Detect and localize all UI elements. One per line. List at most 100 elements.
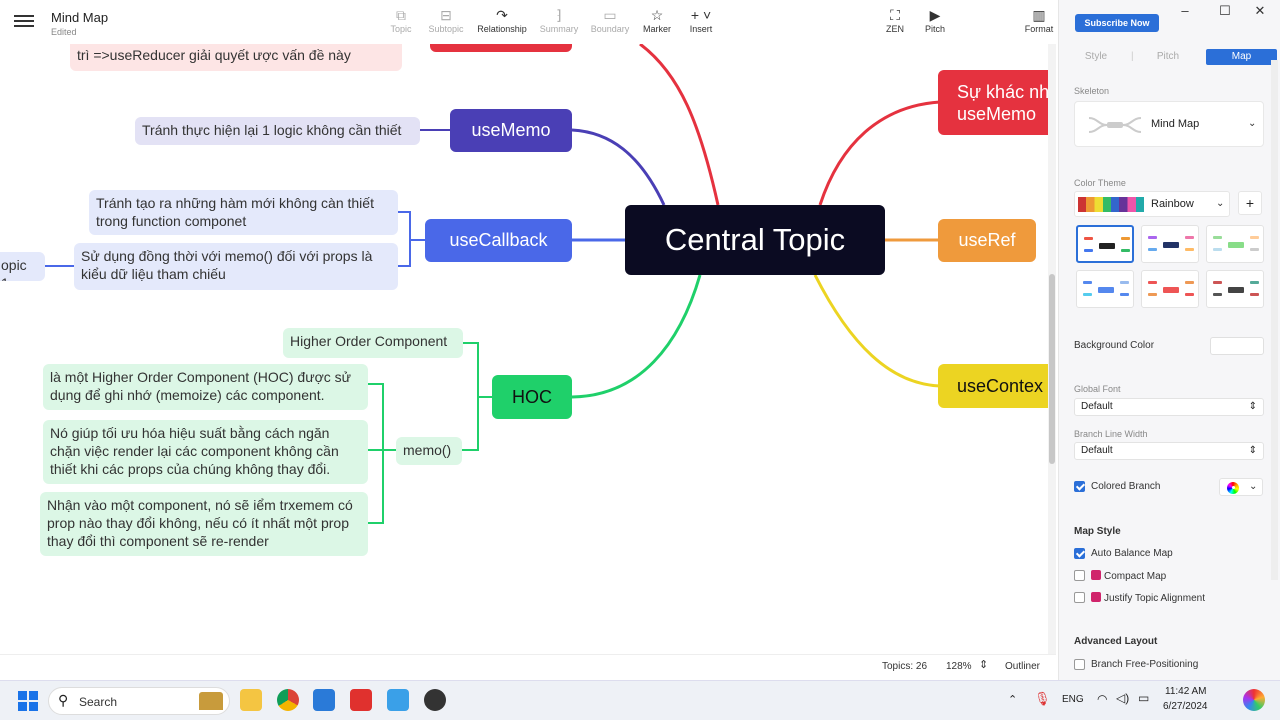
hoc-child-1-text: Higher Order Component: [290, 333, 448, 349]
branch-line-width-label: Branch Line Width: [1074, 429, 1148, 439]
topic-usecallback-child-2[interactable]: Sử dụng đồng thời với memo() đối với pro…: [74, 243, 398, 290]
copilot-icon[interactable]: [1243, 689, 1265, 711]
mind-map-app: Mind Map Edited ⧉ Topic ⊟ Subtopic ↷ Relati…: [0, 0, 1280, 720]
summary-button[interactable]: ⁆ Summary: [531, 6, 587, 34]
mind-map-canvas[interactable]: trì =>useReducer giải quyết ược vấn đề n…: [0, 44, 1048, 654]
windows-start-icon[interactable]: [18, 691, 38, 711]
branch-color-picker[interactable]: ⌄: [1219, 478, 1263, 496]
hamburger-menu-icon[interactable]: [14, 12, 34, 30]
minimize-icon[interactable]: –: [1176, 3, 1194, 18]
obs-icon[interactable]: [424, 689, 446, 711]
branch-free-label: Branch Free-Positioning: [1091, 659, 1199, 670]
zoom-level[interactable]: 128%: [946, 661, 972, 672]
topic-usememo[interactable]: useMemo: [450, 109, 572, 152]
close-icon[interactable]: ✕: [1251, 3, 1269, 19]
clock-date[interactable]: 6/27/2024: [1163, 701, 1208, 712]
auto-balance-checkbox[interactable]: [1074, 548, 1085, 559]
topic-usememo-child[interactable]: Tránh thực hiện lại 1 logic không cần th…: [135, 117, 420, 145]
color-theme-label: Color Theme: [1074, 178, 1126, 188]
panel-scrollbar[interactable]: [1271, 60, 1278, 580]
volume-icon[interactable]: ◁): [1116, 691, 1129, 705]
theme-thumb-1[interactable]: [1076, 225, 1134, 263]
topic-difference[interactable]: Sự khác nh useMemo: [938, 70, 1048, 135]
compact-map-checkbox[interactable]: [1074, 570, 1085, 581]
topics-count: Topics: 26: [882, 661, 928, 672]
subscribe-button[interactable]: Subscribe Now: [1075, 14, 1159, 32]
global-font-select[interactable]: Default ⇕: [1074, 398, 1264, 416]
branch-line-width-select[interactable]: Default ⇕: [1074, 442, 1264, 460]
wifi-icon[interactable]: ◠: [1097, 692, 1107, 706]
far-left-text: opic 1: [1, 257, 27, 281]
tab-map[interactable]: Map: [1206, 49, 1277, 65]
clock-time[interactable]: 11:42 AM: [1165, 686, 1207, 697]
theme-thumb-4[interactable]: [1076, 270, 1134, 308]
chevron-down-icon: ⌄: [1249, 481, 1258, 492]
topic-far-left[interactable]: opic 1: [0, 252, 45, 281]
background-color-picker[interactable]: [1210, 337, 1264, 355]
skeleton-label: Skeleton: [1074, 86, 1110, 96]
notepad-icon[interactable]: [387, 689, 409, 711]
theme-thumb-3[interactable]: [1206, 225, 1264, 263]
outliner-button[interactable]: Outliner: [1005, 661, 1040, 672]
relationship-button[interactable]: ↷ Relationship: [474, 6, 530, 34]
theme-thumb-6[interactable]: [1206, 270, 1264, 308]
rainbow-swatch: [1078, 197, 1144, 212]
topic-memo-child-3[interactable]: Nhận vào một component, nó sẽ iểm trxeme…: [40, 492, 368, 556]
chevron-up-icon[interactable]: ⌃: [1008, 693, 1017, 706]
hoc-label: HOC: [512, 386, 552, 407]
tab-divider: |: [1131, 51, 1134, 62]
tab-style[interactable]: Style: [1071, 49, 1121, 65]
search-highlight-icon: [199, 692, 223, 710]
subtopic-label: Subtopic: [428, 24, 464, 34]
top-toolbar: Mind Map Edited ⧉ Topic ⊟ Subtopic ↷ Relati…: [0, 0, 1060, 44]
format-button[interactable]: ▥ Format: [1018, 6, 1060, 34]
top-note-topic[interactable]: trì =>useReducer giải quyết ược vấn đề n…: [70, 44, 402, 71]
pitch-button[interactable]: ▶ Pitch: [907, 6, 963, 34]
chevron-down-icon: ⌄: [1248, 118, 1257, 129]
branch-free-checkbox[interactable]: [1074, 659, 1085, 670]
topic-memo[interactable]: memo(): [396, 437, 462, 465]
windows-taskbar: ⚲ Search ⌃ 🎙 ENG ◠ ◁) ▭ 11:42 AM 6/27/20…: [0, 680, 1280, 720]
theme-thumb-5[interactable]: [1141, 270, 1199, 308]
skeleton-select[interactable]: Mind Map ⌄: [1074, 101, 1264, 147]
chevron-down-icon: ⌄: [1216, 198, 1225, 209]
add-theme-button[interactable]: +: [1238, 191, 1262, 215]
subtopic-button[interactable]: ⊟ Subtopic: [418, 6, 474, 34]
memo-child-2-text: Nó giúp tối ưu hóa hiệu suất bằng cách n…: [50, 425, 339, 477]
vertical-scroll-thumb[interactable]: [1049, 274, 1055, 464]
topic-usecallback[interactable]: useCallback: [425, 219, 572, 262]
chrome-icon[interactable]: [277, 689, 299, 711]
vertical-scrollbar[interactable]: [1048, 44, 1056, 654]
auto-balance-label: Auto Balance Map: [1091, 548, 1173, 559]
topic-hoc[interactable]: HOC: [492, 375, 572, 419]
usememo-child-text: Tránh thực hiện lại 1 logic không cần th…: [142, 122, 402, 138]
insert-button[interactable]: + ˅ Insert: [673, 6, 729, 34]
colored-branch-checkbox[interactable]: [1074, 481, 1085, 492]
color-theme-select[interactable]: Rainbow ⌄: [1074, 191, 1230, 217]
topic-usecallback-child-1[interactable]: Tránh tạo ra những hàm mới không càn thi…: [89, 190, 398, 235]
language-indicator[interactable]: ENG: [1062, 694, 1084, 705]
topic-useref[interactable]: useRef: [938, 219, 1036, 262]
theme-thumb-2[interactable]: [1141, 225, 1199, 263]
microphone-icon[interactable]: 🎙: [1034, 691, 1051, 707]
topic-hoc-child-1[interactable]: Higher Order Component: [283, 328, 463, 358]
updown-icon: ⇕: [1248, 401, 1257, 412]
central-topic[interactable]: Central Topic: [625, 205, 885, 275]
zoom-stepper-icon[interactable]: ⇕: [979, 658, 988, 671]
tab-pitch[interactable]: Pitch: [1143, 49, 1193, 65]
topic-memo-child-1[interactable]: là một Higher Order Component (HOC) được…: [43, 364, 368, 410]
topic-memo-child-2[interactable]: Nó giúp tối ưu hóa hiệu suất bằng cách n…: [43, 420, 368, 484]
vscode-icon[interactable]: [313, 689, 335, 711]
file-explorer-icon[interactable]: [240, 689, 262, 711]
search-icon: ⚲: [58, 692, 69, 708]
panel-tabs: Style | Pitch Map: [1071, 49, 1277, 65]
maximize-icon[interactable]: ☐: [1216, 3, 1234, 19]
relationship-icon: ↷: [496, 7, 508, 23]
subtopic-icon: ⊟: [440, 7, 452, 23]
justify-checkbox[interactable]: [1074, 592, 1085, 603]
taskbar-search[interactable]: ⚲ Search: [48, 687, 230, 715]
xmind-icon[interactable]: [350, 689, 372, 711]
battery-icon[interactable]: ▭: [1138, 691, 1149, 705]
topic-red-top[interactable]: [430, 44, 572, 52]
topic-usecontext[interactable]: useContex: [938, 364, 1048, 408]
